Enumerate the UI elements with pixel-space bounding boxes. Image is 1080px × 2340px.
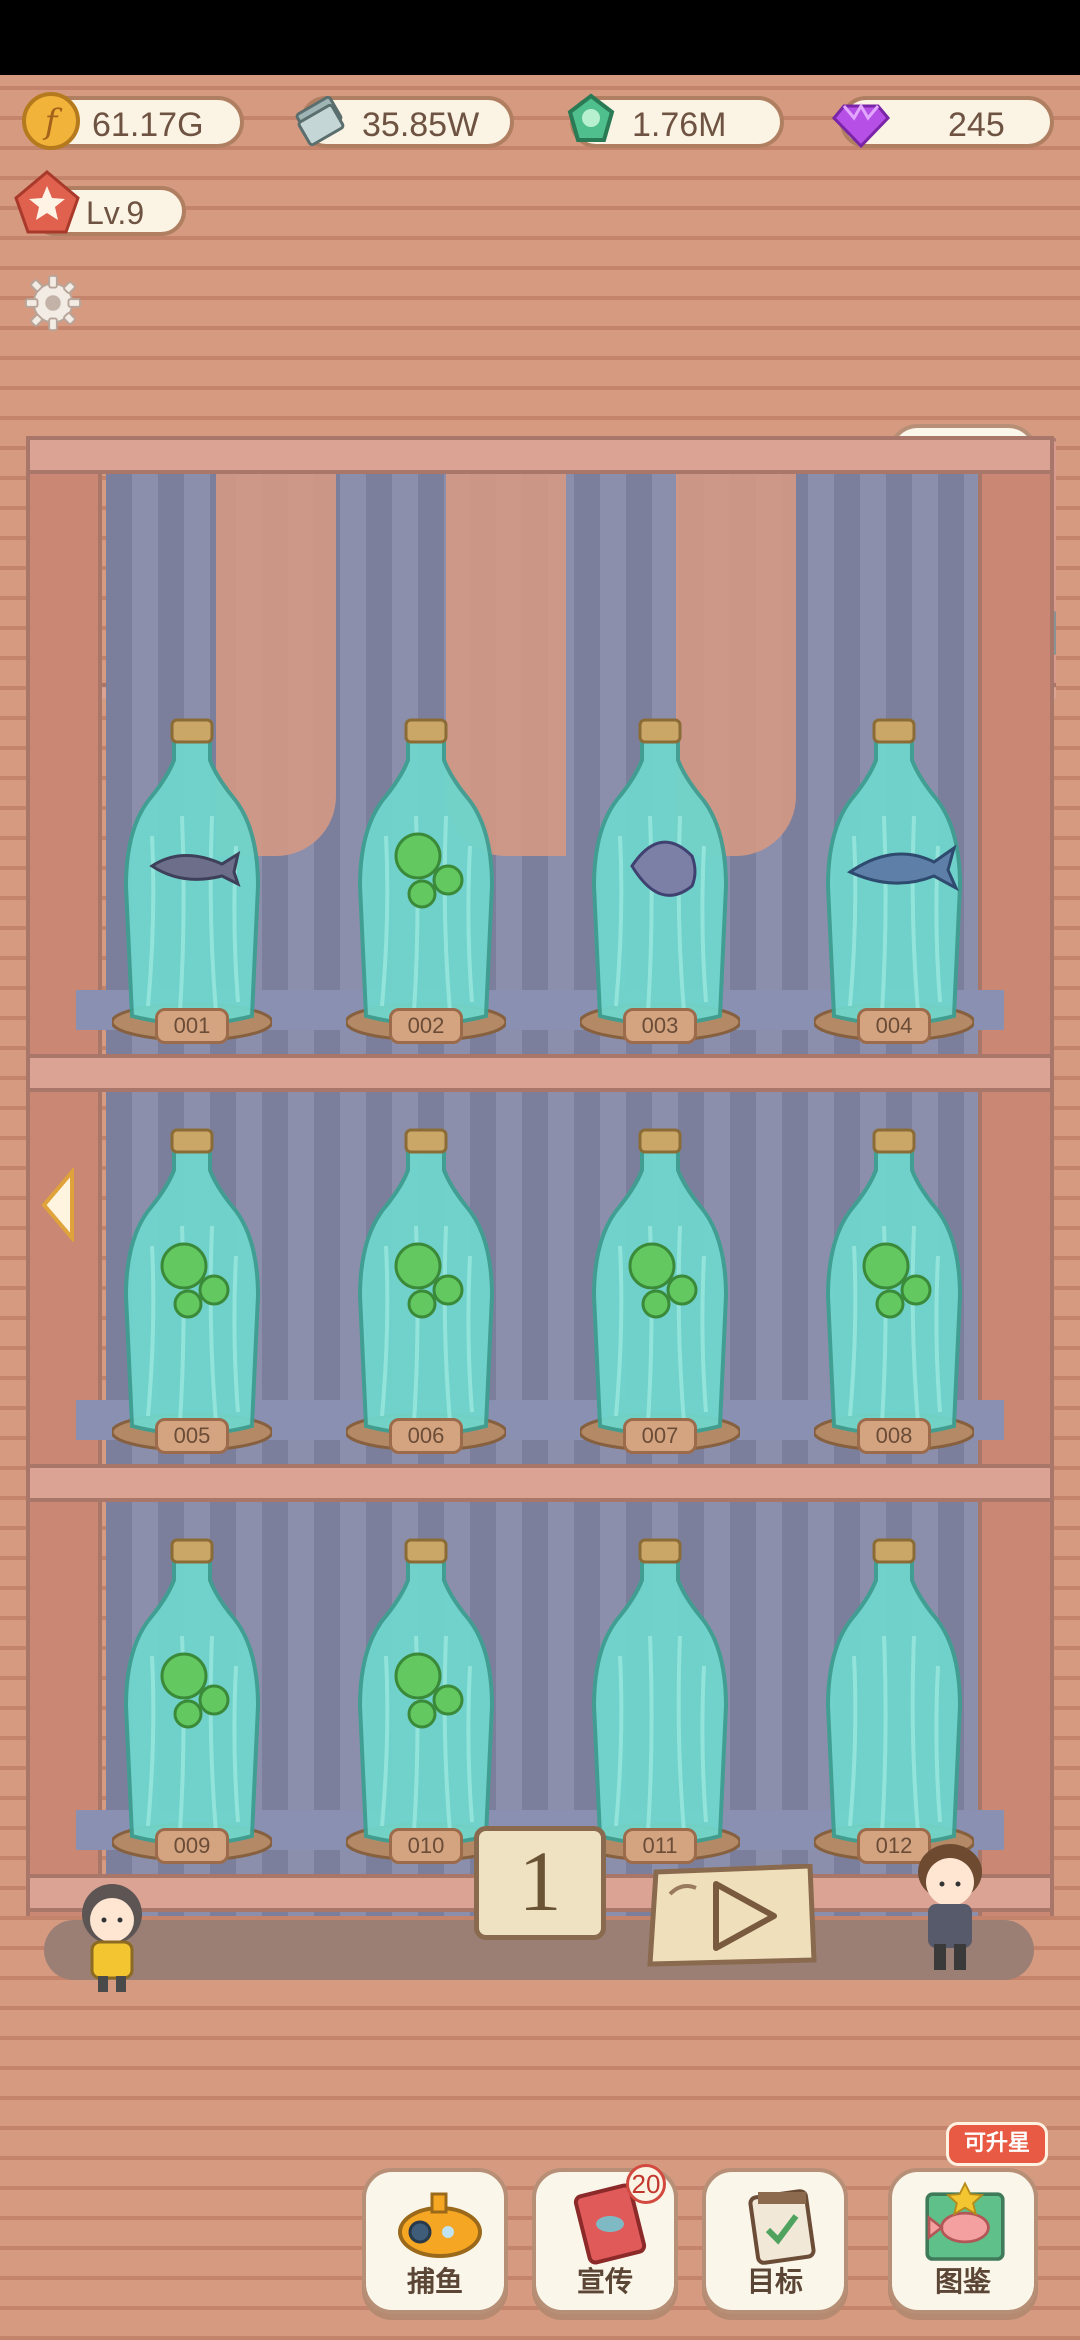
fish-bottle[interactable]: 012 <box>812 1536 976 1866</box>
fishing-button[interactable]: 捕鱼 <box>362 2168 508 2314</box>
fish-book-icon <box>925 2181 1005 2261</box>
fish-bottle[interactable]: 006 <box>344 1126 508 1456</box>
goals-button-label: 目标 <box>746 2265 803 2298</box>
bottle-glass <box>110 718 274 1042</box>
bottle-glass <box>110 1128 274 1452</box>
bottle-glass <box>812 1538 976 1862</box>
bottle-number-label: 008 <box>857 1418 931 1454</box>
bottle-number-label: 006 <box>389 1418 463 1454</box>
page-number-tile: 1 <box>474 1826 606 1940</box>
upgrade-star-tip: 可升星 <box>946 2122 1048 2166</box>
promotion-button-label: 宣传 <box>576 2265 633 2298</box>
fish-bottle[interactable]: 001 <box>110 716 274 1046</box>
bottle-number-label: 005 <box>155 1418 229 1454</box>
level-value: Lv.9 <box>86 195 145 231</box>
green-gem-icon <box>567 93 615 142</box>
fish-bottle[interactable]: 007 <box>578 1126 742 1456</box>
bottle-glass <box>812 1128 976 1452</box>
clipboard-check-icon <box>748 2189 816 2265</box>
previous-page-arrow[interactable] <box>38 1168 78 1242</box>
fishing-button-label: 捕鱼 <box>406 2265 463 2298</box>
fish-bottle[interactable]: 010 <box>344 1536 508 1866</box>
shelf-board-top <box>26 436 1054 474</box>
girl-character[interactable] <box>72 1880 152 2000</box>
bottle-glass <box>812 718 976 1042</box>
collection-book-label: 图鉴 <box>934 2265 991 2298</box>
gold-coin-icon: f <box>22 92 80 150</box>
bottle-glass <box>578 1538 742 1862</box>
green-gem-counter[interactable]: 1.76M <box>567 93 784 148</box>
gold-value: 61.17G <box>92 106 204 144</box>
fish-bottle[interactable]: 005 <box>110 1126 274 1456</box>
fish-bottle[interactable]: 011 <box>578 1536 742 1866</box>
diamond-value: 245 <box>948 106 1005 144</box>
fish-bottle[interactable]: 004 <box>812 716 976 1046</box>
bottle-glass <box>344 1128 508 1452</box>
shelf-post-right <box>978 436 1054 1916</box>
green-gem-value: 1.76M <box>632 106 727 144</box>
shelf-board <box>26 1054 1054 1092</box>
shelf-board <box>26 1464 1054 1502</box>
bottle-glass <box>344 718 508 1042</box>
diamond-counter[interactable]: 245 <box>831 96 1054 149</box>
fish-bottle[interactable]: 009 <box>110 1536 274 1866</box>
bottle-glass <box>578 718 742 1042</box>
goals-button[interactable]: 目标 <box>702 2168 848 2314</box>
cash-value: 35.85W <box>362 106 480 144</box>
bottle-number-label: 003 <box>623 1008 697 1044</box>
gold-counter[interactable]: f 61.17G <box>22 92 244 150</box>
bottle-glass <box>578 1128 742 1452</box>
promotion-button[interactable]: 宣传 20 <box>532 2164 678 2314</box>
bottle-glass <box>344 1538 508 1862</box>
bottle-number-label: 010 <box>389 1828 463 1864</box>
boy-character[interactable] <box>904 1838 994 1978</box>
bottle-number-label: 009 <box>155 1828 229 1864</box>
bottle-glass <box>110 1538 274 1862</box>
cash-stack-icon <box>295 95 345 147</box>
cash-counter[interactable]: 35.85W <box>295 95 514 148</box>
level-badge[interactable]: Lv.9 <box>14 170 186 236</box>
diamond-icon <box>831 103 891 149</box>
bottle-number-label: 001 <box>155 1008 229 1044</box>
fish-bottle[interactable]: 002 <box>344 716 508 1046</box>
submarine-icon <box>398 2192 482 2258</box>
bottle-number-label: 007 <box>623 1418 697 1454</box>
status-bar <box>0 0 1080 75</box>
bottle-number-label: 004 <box>857 1008 931 1044</box>
fish-bottle[interactable]: 008 <box>812 1126 976 1456</box>
next-page-play-button[interactable] <box>646 1864 818 1968</box>
fish-bottle[interactable]: 003 <box>578 716 742 1046</box>
bottle-number-label: 011 <box>623 1828 697 1864</box>
promotion-count-badge: 20 <box>626 2164 666 2204</box>
collection-book-button[interactable]: 图鉴 <box>888 2168 1038 2314</box>
star-level-icon <box>14 170 80 234</box>
bottle-number-label: 002 <box>389 1008 463 1044</box>
settings-gear-icon[interactable] <box>24 274 82 332</box>
